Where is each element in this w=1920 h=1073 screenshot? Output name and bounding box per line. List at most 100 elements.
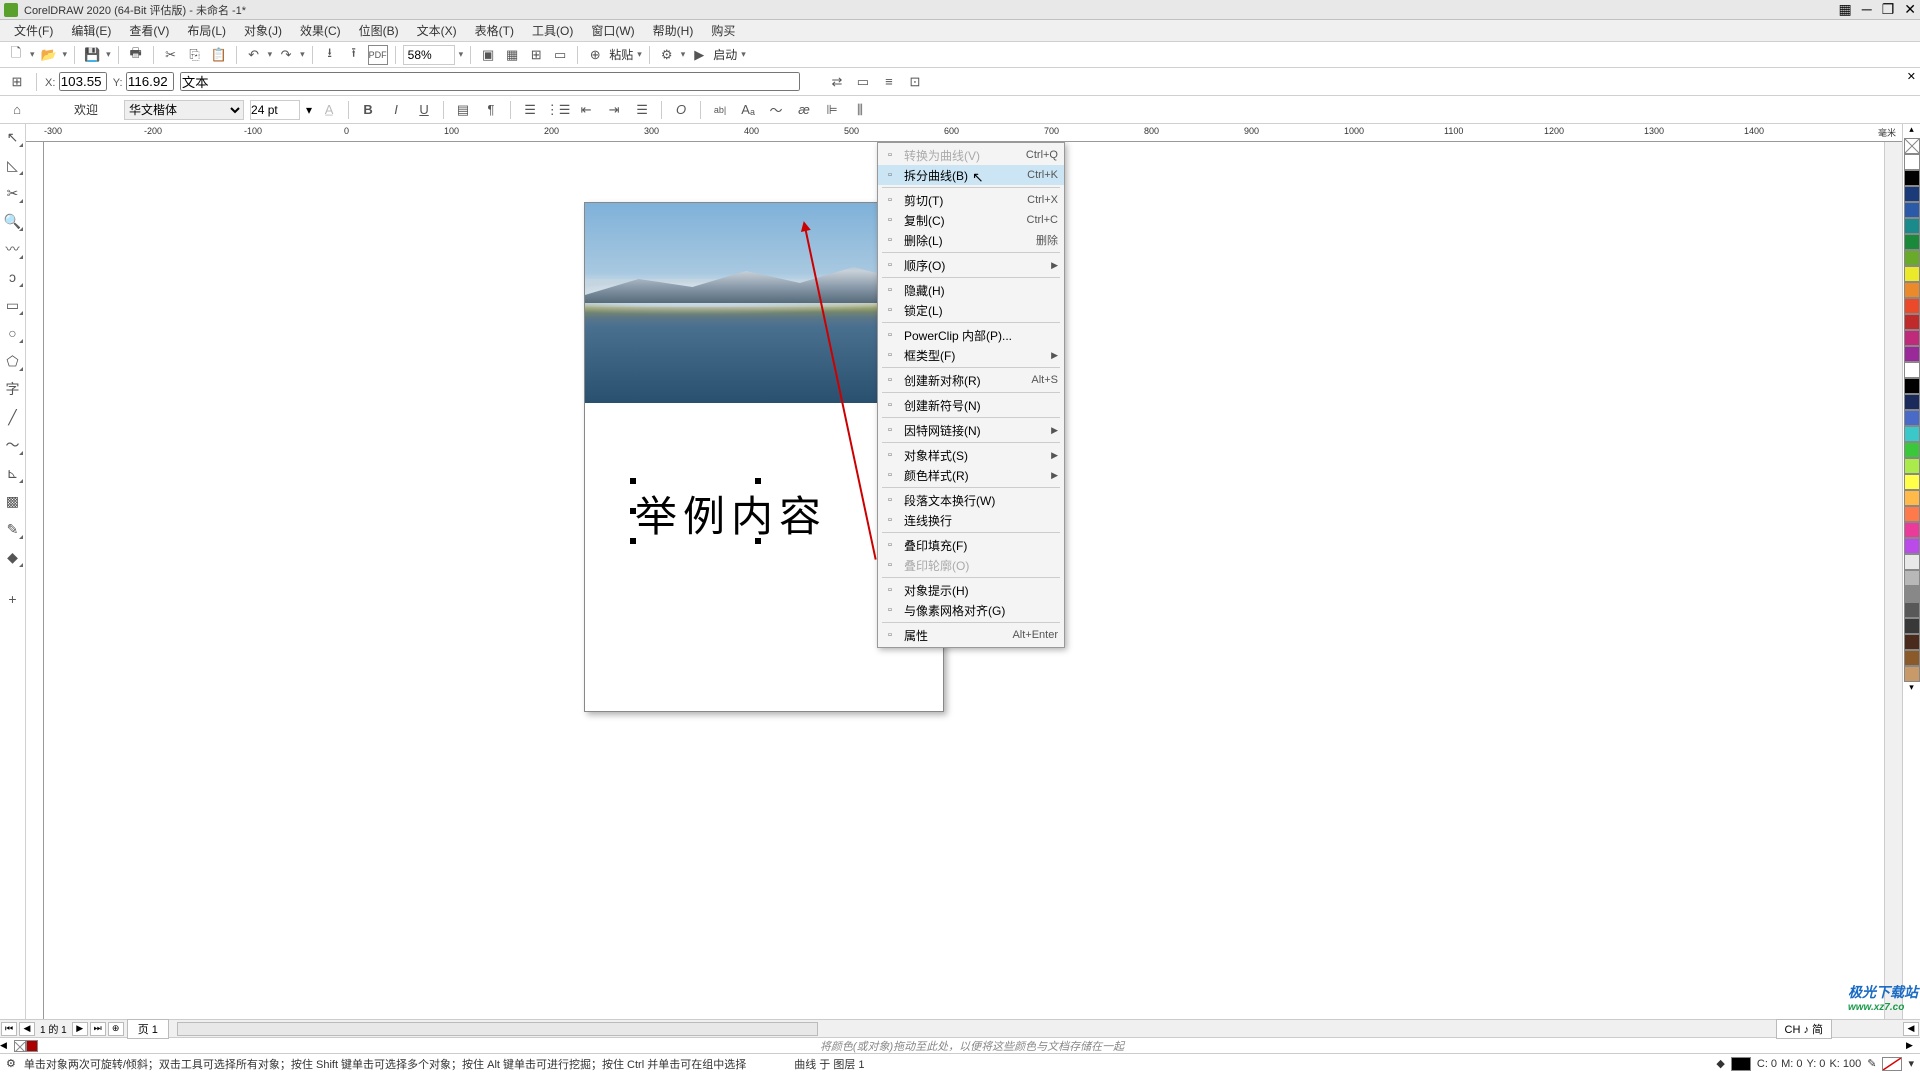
object-name-input[interactable] <box>180 72 800 91</box>
font-select[interactable]: 华文楷体 <box>124 100 244 120</box>
add-tool[interactable]: + <box>2 588 24 610</box>
contour-icon[interactable]: O <box>670 100 692 120</box>
dimension-tool[interactable]: ⊾ <box>2 462 24 484</box>
paste-label[interactable]: 粘贴 <box>609 46 633 63</box>
ctx-item[interactable]: ▫框类型(F)▶ <box>878 345 1064 365</box>
outdent-icon[interactable]: ⇥ <box>603 100 625 120</box>
no-color-swatch[interactable] <box>1904 138 1920 154</box>
color-swatch[interactable] <box>1904 554 1920 570</box>
options-icon[interactable]: ⚙ <box>657 45 677 65</box>
line-tool[interactable]: ╱ <box>2 406 24 428</box>
color-swatch[interactable] <box>1904 570 1920 586</box>
x-input[interactable] <box>59 72 107 91</box>
color-swatch[interactable] <box>1904 458 1920 474</box>
language-indicator[interactable]: CH ♪ 简 <box>1776 1019 1833 1039</box>
eyedropper-tool[interactable]: ✎ <box>2 518 24 540</box>
ctx-item[interactable]: ▫因特网链接(N)▶ <box>878 420 1064 440</box>
ctx-item[interactable]: ▫创建新对称(R)Alt+S <box>878 370 1064 390</box>
copy-icon[interactable]: ⎘ <box>185 45 205 65</box>
sample-text[interactable]: 举例内容 <box>635 483 827 544</box>
menu-bitmap[interactable]: 位图(B) <box>351 20 407 41</box>
color-swatch[interactable] <box>1904 170 1920 186</box>
import-icon[interactable]: ⭳ <box>320 45 340 65</box>
polygon-tool[interactable]: ⬠ <box>2 350 24 372</box>
hscroll-track[interactable] <box>177 1022 818 1036</box>
paste-icon[interactable]: 📋 <box>209 45 229 65</box>
new-icon[interactable]: 🗋 <box>6 45 26 65</box>
fill-indicator-icon[interactable]: ◆ <box>1716 1057 1724 1070</box>
path-icon[interactable]: 〜 <box>765 100 787 120</box>
zoom-tool[interactable]: 🔍 <box>2 210 24 232</box>
menu-text[interactable]: 文本(X) <box>409 20 465 41</box>
color-swatch[interactable] <box>1904 490 1920 506</box>
color-swatch[interactable] <box>1904 666 1920 682</box>
fullscreen-icon[interactable]: ▣ <box>478 45 498 65</box>
bullet-icon[interactable]: ☰ <box>519 100 541 120</box>
crop-tool[interactable]: ✂ <box>2 182 24 204</box>
ctx-item[interactable]: ▫颜色样式(R)▶ <box>878 465 1064 485</box>
columns-icon[interactable]: ⫼ <box>849 100 871 120</box>
close-tab-icon[interactable]: ✕ <box>1907 70 1916 83</box>
cloud-icon[interactable]: ▦ <box>1839 1 1852 18</box>
ruler-icon[interactable]: ▭ <box>550 45 570 65</box>
grid-small-icon[interactable]: ⊞ <box>6 72 28 92</box>
color-swatch[interactable] <box>1904 618 1920 634</box>
export-icon[interactable]: ⭱ <box>344 45 364 65</box>
cut-icon[interactable]: ✂ <box>161 45 181 65</box>
no-fill-swatch[interactable] <box>14 1040 26 1052</box>
color-swatch[interactable] <box>1904 346 1920 362</box>
menu-tools[interactable]: 工具(O) <box>524 20 581 41</box>
next-page-button[interactable]: ▶ <box>72 1022 88 1036</box>
color-swatch[interactable] <box>1904 250 1920 266</box>
color-swatch[interactable] <box>26 1040 38 1052</box>
color-swatch[interactable] <box>1904 186 1920 202</box>
menu-edit[interactable]: 编辑(E) <box>63 20 119 41</box>
prop-icon[interactable]: ⊡ <box>904 72 926 92</box>
menu-table[interactable]: 表格(T) <box>467 20 522 41</box>
ctx-item[interactable]: ▫属性Alt+Enter <box>878 625 1064 645</box>
color-swatch[interactable] <box>1904 378 1920 394</box>
brush-tool[interactable]: 〜 <box>2 434 24 456</box>
color-swatch[interactable] <box>1904 154 1920 170</box>
transparency-tool[interactable]: ▩ <box>2 490 24 512</box>
snap-icon[interactable]: ⊕ <box>585 45 605 65</box>
ctx-item[interactable]: ▫拆分曲线(B)Ctrl+K <box>878 165 1064 185</box>
zoom-input[interactable] <box>403 45 455 65</box>
save-icon[interactable]: 💾 <box>82 45 102 65</box>
color-swatch[interactable] <box>1904 330 1920 346</box>
color-swatch[interactable] <box>1904 474 1920 490</box>
menu-buy[interactable]: 购买 <box>703 20 743 41</box>
vert-text-icon[interactable]: ⊫ <box>821 100 843 120</box>
maximize-button[interactable]: ❐ <box>1882 1 1895 18</box>
vertical-scrollbar[interactable] <box>1884 142 1902 1019</box>
add-page-button[interactable]: ⊕ <box>108 1022 124 1036</box>
redo-icon[interactable]: ↷ <box>276 45 296 65</box>
color-swatch[interactable] <box>1904 426 1920 442</box>
ctx-item[interactable]: ▫顺序(O)▶ <box>878 255 1064 275</box>
menu-layout[interactable]: 布局(L) <box>179 20 234 41</box>
canvas[interactable]: 举例内容 ▫转换为曲线(V)Ctrl+Q▫拆分曲线(B)Ctrl+K▫剪切(T)… <box>44 142 1902 1019</box>
ctx-item[interactable]: ▫对象样式(S)▶ <box>878 445 1064 465</box>
menu-file[interactable]: 文件(F) <box>6 20 61 41</box>
text-tool[interactable]: 字 <box>2 378 24 400</box>
ctx-item[interactable]: ▫创建新符号(N) <box>878 395 1064 415</box>
launch-label[interactable]: 启动 <box>713 46 737 63</box>
aa-icon[interactable]: A̲ <box>318 100 340 120</box>
color-swatch[interactable] <box>1904 634 1920 650</box>
underline-icon[interactable]: U <box>413 100 435 120</box>
color-swatch[interactable] <box>1904 266 1920 282</box>
color-swatch[interactable] <box>1904 202 1920 218</box>
ctx-item[interactable]: ▫PowerClip 内部(P)... <box>878 325 1064 345</box>
page-tab[interactable]: 页 1 <box>127 1019 169 1039</box>
menu-effects[interactable]: 效果(C) <box>292 20 349 41</box>
color-swatch[interactable] <box>1904 218 1920 234</box>
color-swatch[interactable] <box>1904 586 1920 602</box>
color-swatch[interactable] <box>1904 394 1920 410</box>
abc-icon[interactable]: ab| <box>709 100 731 120</box>
color-swatch[interactable] <box>1904 298 1920 314</box>
ctx-item[interactable]: ▫锁定(L) <box>878 300 1064 320</box>
ctx-item[interactable]: ▫与像素网格对齐(G) <box>878 600 1064 620</box>
color-swatch[interactable] <box>1904 234 1920 250</box>
shape-tool[interactable]: ◺ <box>2 154 24 176</box>
color-swatch[interactable] <box>1904 282 1920 298</box>
